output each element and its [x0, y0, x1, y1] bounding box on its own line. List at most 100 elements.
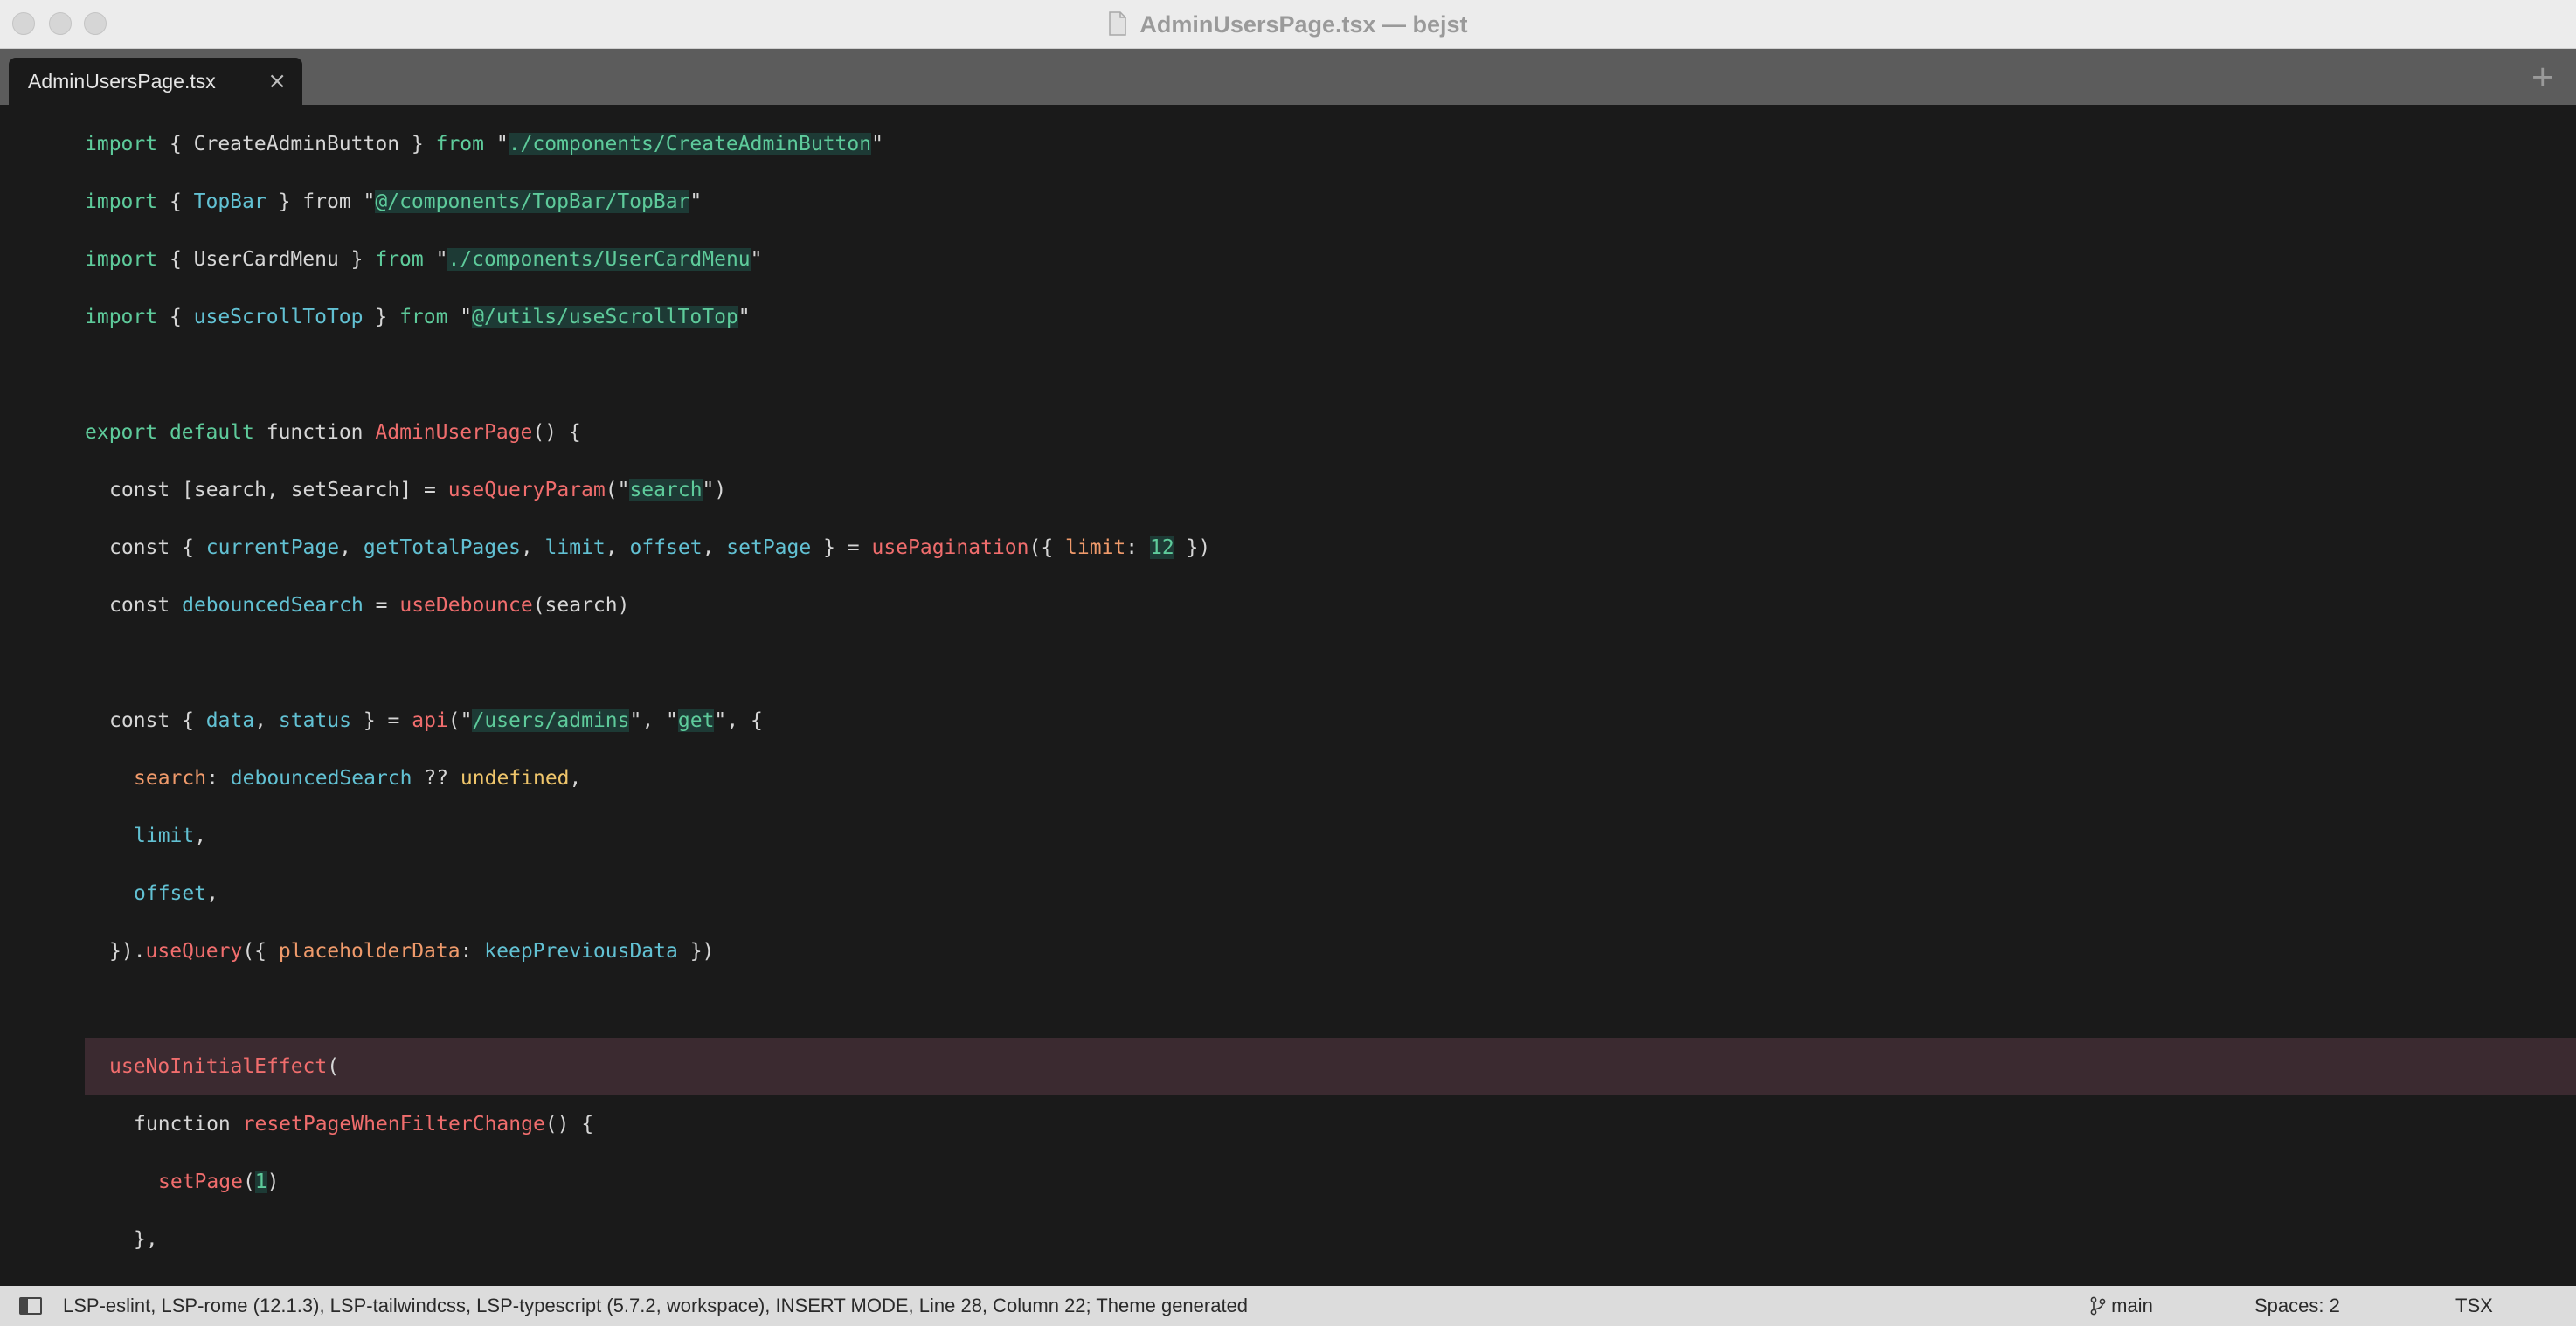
code-token: } — [363, 306, 400, 328]
git-branch-icon — [2090, 1295, 2111, 1316]
close-tab-icon[interactable]: × — [267, 58, 287, 105]
code-text: function resetPageWhenFilterChange() { — [134, 1095, 593, 1153]
code-token: search — [629, 479, 703, 501]
code-line[interactable]: limit, — [0, 807, 2576, 865]
code-text: export default function AdminUserPage() … — [85, 404, 581, 461]
code-line[interactable]: setPage(1) — [0, 1153, 2576, 1211]
code-token: , — [339, 536, 364, 559]
code-token: , — [569, 767, 582, 790]
code-line[interactable]: search: debouncedSearch ?? undefined, — [0, 749, 2576, 807]
code-token: , — [605, 536, 630, 559]
code-token: () { — [532, 421, 581, 444]
code-line[interactable] — [0, 634, 2576, 692]
code-text: const { data, status } = api("/users/adm… — [109, 692, 763, 749]
code-token: currentPage — [205, 536, 340, 559]
code-token: import — [85, 306, 158, 328]
code-token: import — [85, 190, 158, 213]
window-title-text: AdminUsersPage.tsx — bejst — [1139, 11, 1468, 38]
code-line-current[interactable]: useNoInitialEffect( — [85, 1038, 2576, 1095]
code-token: " — [737, 306, 751, 328]
code-token: AdminUserPage — [375, 421, 533, 444]
code-token: import — [85, 133, 158, 155]
code-token: : — [460, 940, 485, 963]
code-token: search — [134, 767, 207, 790]
tab-label: AdminUsersPage.tsx — [28, 70, 216, 93]
code-token: export — [85, 421, 158, 444]
code-token: from — [302, 190, 351, 213]
code-line[interactable]: const debouncedSearch = useDebounce(sear… — [0, 577, 2576, 634]
code-token: ", " — [629, 709, 678, 732]
code-token: ./components/CreateAdminButton — [508, 133, 872, 155]
code-token: , — [702, 536, 727, 559]
code-token: limit — [544, 536, 606, 559]
code-token: useScrollToTop — [193, 306, 364, 328]
code-token: @/utils/useScrollToTop — [472, 306, 738, 328]
code-line[interactable]: const { currentPage, getTotalPages, limi… — [0, 519, 2576, 577]
code-editor[interactable]: import { CreateAdminButton } from "./com… — [0, 105, 2576, 1286]
code-token: getTotalPages — [363, 536, 521, 559]
code-token: useQueryParam — [447, 479, 606, 501]
code-token: offset — [134, 882, 207, 905]
git-branch-label: main — [2111, 1295, 2153, 1316]
code-token: } — [399, 133, 436, 155]
code-token: }, — [134, 1228, 158, 1251]
code-token: } = — [811, 536, 872, 559]
code-token: from — [399, 306, 448, 328]
code-line[interactable]: import { UserCardMenu } from "./componen… — [0, 231, 2576, 288]
code-line[interactable]: const { data, status } = api("/users/adm… — [0, 692, 2576, 749]
code-token: resetPageWhenFilterChange — [242, 1113, 545, 1136]
code-token: const { — [109, 536, 206, 559]
code-text: const debouncedSearch = useDebounce(sear… — [109, 577, 629, 634]
code-text: import { TopBar } from "@/components/Top… — [85, 173, 702, 231]
indentation-setting[interactable]: Spaces: 2 — [2254, 1286, 2340, 1326]
new-tab-button[interactable]: + — [2531, 58, 2556, 96]
code-text: setPage(1) — [158, 1153, 280, 1211]
code-token: } — [266, 190, 303, 213]
code-line[interactable] — [0, 980, 2576, 1038]
code-line[interactable]: offset, — [0, 865, 2576, 922]
code-token: setPage — [726, 536, 812, 559]
code-token: { — [157, 133, 194, 155]
code-line[interactable]: import { CreateAdminButton } from "./com… — [0, 115, 2576, 173]
code-token: " — [689, 190, 703, 213]
tab-bar: AdminUsersPage.tsx × + — [0, 49, 2576, 105]
code-token: keepPreviousData — [484, 940, 678, 963]
code-token: ?? — [412, 767, 460, 790]
code-token: limit — [1065, 536, 1126, 559]
code-token: ( — [242, 1171, 255, 1193]
code-token: const { — [109, 709, 206, 732]
code-token: " — [750, 248, 763, 271]
status-bar: LSP-eslint, LSP-rome (12.1.3), LSP-tailw… — [0, 1286, 2576, 1326]
code-line[interactable]: const [search, setSearch] = useQueryPara… — [0, 461, 2576, 519]
code-token: " — [483, 133, 509, 155]
code-token: ({ — [242, 940, 279, 963]
code-token: status — [278, 709, 351, 732]
code-token: " — [871, 133, 883, 155]
sidebar-toggle-icon[interactable] — [19, 1297, 42, 1315]
code-line[interactable]: import { TopBar } from "@/components/Top… — [0, 173, 2576, 231]
code-line[interactable]: }, — [0, 1211, 2576, 1268]
code-token: } = — [350, 709, 412, 732]
code-token: useQuery — [145, 940, 243, 963]
tab-adminuserspage[interactable]: AdminUsersPage.tsx × — [9, 58, 302, 105]
code-line[interactable]: function resetPageWhenFilterChange() { — [0, 1095, 2576, 1153]
code-line[interactable]: import { useScrollToTop } from "@/utils/… — [0, 288, 2576, 346]
code-token: CreateAdminButton — [193, 133, 400, 155]
code-token: ") — [702, 479, 727, 501]
code-line[interactable]: }).useQuery({ placeholderData: keepPrevi… — [0, 922, 2576, 980]
code-token: " — [423, 248, 448, 271]
code-token: (" — [447, 709, 473, 732]
code-token: : — [206, 767, 231, 790]
code-line[interactable] — [0, 346, 2576, 404]
code-text: const [search, setSearch] = useQueryPara… — [109, 461, 726, 519]
code-token: function — [253, 421, 376, 444]
code-token: setPage — [158, 1171, 243, 1193]
git-branch[interactable]: main — [2090, 1286, 2153, 1326]
code-token: = — [363, 594, 400, 617]
code-token: { — [157, 306, 194, 328]
window-title: AdminUsersPage.tsx — bejst — [0, 0, 2576, 49]
code-token: (search) — [532, 594, 630, 617]
syntax-setting[interactable]: TSX — [2455, 1286, 2493, 1326]
code-line[interactable]: export default function AdminUserPage() … — [0, 404, 2576, 461]
